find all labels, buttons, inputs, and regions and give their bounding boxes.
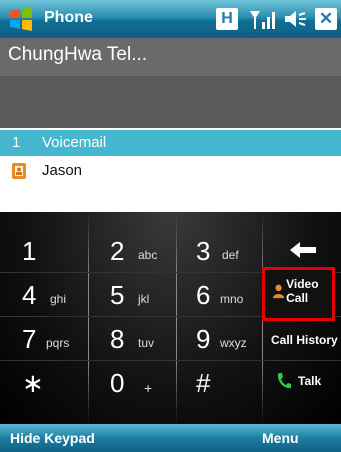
phone-screen: Phone H ✕ ChungHwa Tel... 1 Voicemail Ja… bbox=[0, 0, 341, 452]
key-hash[interactable]: # bbox=[182, 360, 262, 404]
key-digit: 1 bbox=[22, 236, 37, 266]
speed-dial-number: 1 bbox=[12, 134, 21, 151]
key-digit: 4 bbox=[22, 280, 37, 310]
key-letters: ghi bbox=[50, 292, 67, 306]
key-letters: + bbox=[144, 380, 153, 396]
key-digit: 6 bbox=[196, 280, 211, 310]
key-7[interactable]: 7 pqrs bbox=[8, 316, 88, 360]
key-letters: mno bbox=[220, 292, 244, 306]
key-digit: ∗ bbox=[22, 368, 44, 398]
hide-keypad-softkey[interactable]: Hide Keypad bbox=[10, 430, 95, 446]
key-0[interactable]: 0 + bbox=[96, 360, 176, 404]
signal-strength-icon[interactable] bbox=[249, 8, 277, 30]
key-1[interactable]: 1 bbox=[8, 228, 88, 272]
list-item-jason[interactable]: Jason bbox=[0, 158, 341, 184]
key-digit: 7 bbox=[22, 324, 37, 354]
key-letters: jkl bbox=[138, 292, 150, 306]
menu-softkey[interactable]: Menu bbox=[262, 430, 299, 446]
contact-card-icon bbox=[12, 163, 26, 179]
key-letters: abc bbox=[138, 248, 158, 262]
key-digit: 2 bbox=[110, 236, 125, 266]
app-title: Phone bbox=[44, 9, 93, 26]
person-icon bbox=[273, 284, 285, 299]
key-digit: # bbox=[196, 368, 211, 398]
contact-list: 1 Voicemail Jason bbox=[0, 128, 341, 212]
call-history-button[interactable]: Call History bbox=[266, 324, 338, 358]
title-bar: Phone H ✕ bbox=[0, 0, 341, 38]
close-icon[interactable]: ✕ bbox=[315, 8, 337, 30]
key-digit: 9 bbox=[196, 324, 211, 354]
list-item-label: Voicemail bbox=[42, 134, 107, 151]
keypad-divider bbox=[176, 212, 177, 424]
key-digit: 3 bbox=[196, 236, 211, 266]
talk-label: Talk bbox=[298, 374, 322, 388]
key-3[interactable]: 3 def bbox=[182, 228, 262, 272]
phone-handset-icon bbox=[277, 373, 291, 389]
call-history-label: Call History bbox=[271, 333, 338, 347]
key-6[interactable]: 6 mno bbox=[182, 272, 262, 316]
list-item-label: Jason bbox=[42, 162, 83, 179]
volume-icon[interactable] bbox=[283, 8, 309, 30]
key-letters: tuv bbox=[138, 336, 155, 350]
talk-button[interactable]: Talk bbox=[266, 362, 338, 402]
keypad-divider bbox=[88, 212, 89, 424]
key-digit: 8 bbox=[110, 324, 125, 354]
key-digit: 0 bbox=[110, 368, 125, 398]
key-2[interactable]: 2 abc bbox=[96, 228, 176, 272]
carrier-area: ChungHwa Tel... bbox=[0, 38, 341, 128]
key-letters: wxyz bbox=[220, 336, 247, 350]
video-call-label: Video Call bbox=[286, 277, 319, 305]
key-5[interactable]: 5 jkl bbox=[96, 272, 176, 316]
key-digit: 5 bbox=[110, 280, 125, 310]
key-star[interactable]: ∗ bbox=[8, 360, 88, 404]
key-4[interactable]: 4 ghi bbox=[8, 272, 88, 316]
key-9[interactable]: 9 wxyz bbox=[182, 316, 262, 360]
hsdpa-icon[interactable]: H bbox=[216, 8, 238, 30]
video-call-button[interactable]: Video Call bbox=[262, 267, 335, 321]
softkey-bar: Hide Keypad Menu bbox=[0, 424, 341, 452]
backspace-arrow-icon bbox=[290, 242, 316, 258]
windows-start-icon[interactable] bbox=[8, 6, 34, 32]
backspace-button[interactable] bbox=[266, 228, 338, 272]
list-item-voicemail[interactable]: 1 Voicemail bbox=[0, 130, 341, 156]
key-letters: def bbox=[222, 248, 239, 262]
key-8[interactable]: 8 tuv bbox=[96, 316, 176, 360]
dial-keypad: 1 2 abc 3 def 4 ghi 5 jkl 6 mno 7 pqrs 8 bbox=[0, 212, 341, 424]
carrier-name: ChungHwa Tel... bbox=[8, 44, 148, 65]
key-letters: pqrs bbox=[46, 336, 70, 350]
